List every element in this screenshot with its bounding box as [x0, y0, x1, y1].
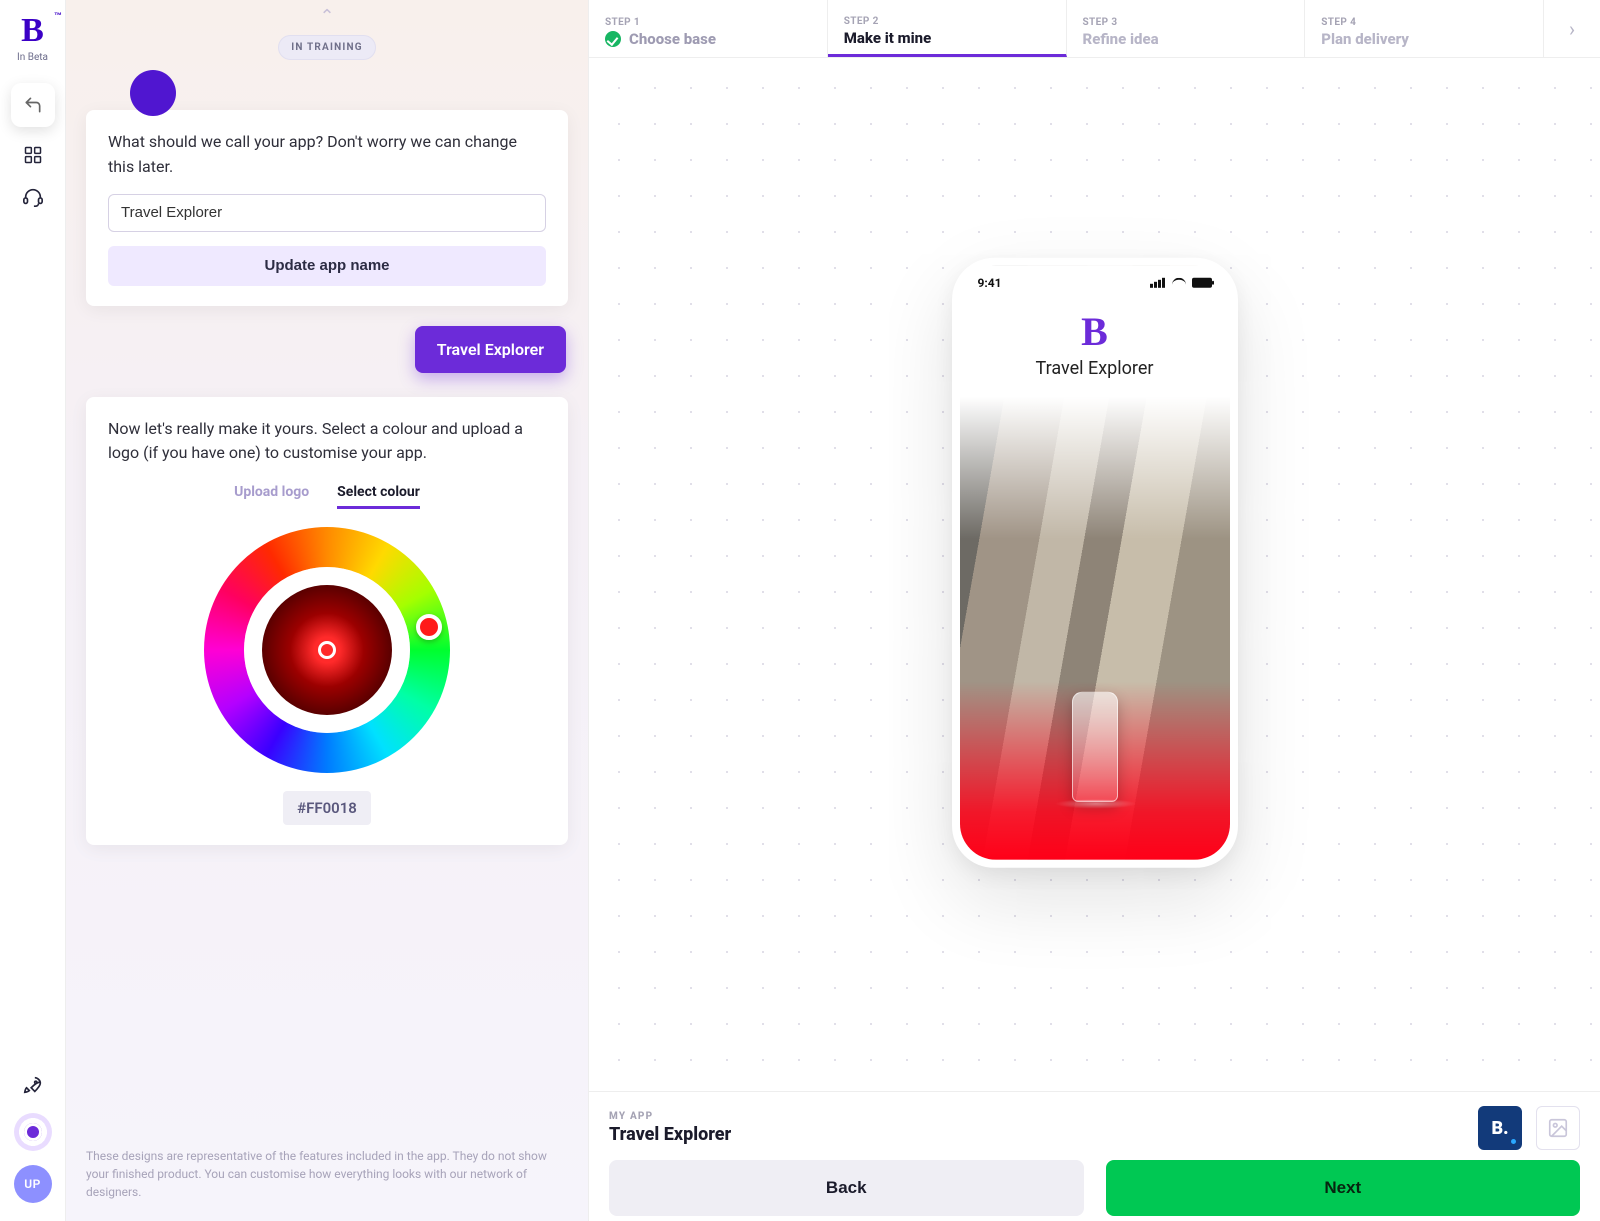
step-choose-base[interactable]: STEP 1 Choose base: [589, 0, 828, 57]
customise-prompt: Now let's really make it yours. Select a…: [108, 417, 546, 467]
chevron-right-icon: ›: [1569, 17, 1575, 41]
back-button[interactable]: Back: [609, 1160, 1084, 1216]
status-bar: 9:41: [960, 265, 1230, 299]
battery-icon: [1192, 277, 1212, 287]
tab-upload-logo[interactable]: Upload logo: [234, 484, 309, 509]
footer-eyebrow: MY APP: [609, 1111, 1464, 1122]
footer-app-name: Travel Explorer: [609, 1124, 1464, 1145]
left-rail: B™ In Beta UP: [0, 0, 66, 1221]
phone-screen: 9:41 B Travel Explorer: [960, 265, 1230, 859]
hue-handle[interactable]: [416, 614, 442, 640]
check-icon: [605, 31, 621, 47]
name-card: What should we call your app? Don't worr…: [86, 110, 568, 306]
wifi-icon: [1172, 277, 1186, 287]
design-disclaimer: These designs are representative of the …: [86, 1147, 568, 1201]
stepper-next-arrow[interactable]: ›: [1544, 0, 1600, 57]
brand-logo: B™ In Beta: [17, 14, 48, 63]
customise-card: Now let's really make it yours. Select a…: [86, 397, 568, 846]
support-button[interactable]: [19, 183, 47, 211]
assistant-avatar: [130, 70, 176, 116]
wizard-stepper: STEP 1 Choose base STEP 2 Make it mine S…: [589, 0, 1600, 58]
grid-icon: [23, 145, 43, 165]
rocket-icon: [22, 1074, 44, 1096]
colour-wheel[interactable]: [204, 527, 450, 773]
signal-icon: [1150, 277, 1166, 287]
launch-button[interactable]: [19, 1071, 47, 1099]
collapse-chat-button[interactable]: ⌃: [319, 6, 334, 27]
tab-select-colour[interactable]: Select colour: [337, 484, 420, 509]
brightness-handle[interactable]: [318, 641, 336, 659]
base-brand-tile[interactable]: B.: [1478, 1106, 1522, 1150]
step-plan-delivery[interactable]: STEP 4 Plan delivery: [1305, 0, 1544, 57]
splash-logo-letter: B: [1036, 311, 1154, 351]
update-name-button[interactable]: Update app name: [108, 246, 546, 286]
design-area: STEP 1 Choose base STEP 2 Make it mine S…: [589, 0, 1600, 1221]
splash-title: Travel Explorer: [1036, 357, 1154, 378]
next-button[interactable]: Next: [1106, 1160, 1581, 1216]
headset-icon: [22, 186, 44, 208]
hex-value: #FF0018: [283, 791, 371, 825]
training-badge: IN TRAINING: [278, 35, 376, 60]
chevron-up-icon: ⌃: [319, 6, 334, 27]
wheel-core[interactable]: [262, 585, 392, 715]
customise-tabs: Upload logo Select colour: [108, 484, 546, 509]
step-refine-idea[interactable]: STEP 3 Refine idea: [1067, 0, 1306, 57]
assistant-indicator[interactable]: [14, 1113, 52, 1151]
dashboard-button[interactable]: [19, 141, 47, 169]
phone-frame: 9:41 B Travel Explorer: [952, 257, 1238, 867]
chat-panel: ⌃ IN TRAINING What should we call your a…: [66, 0, 589, 1221]
user-reply-bubble: Travel Explorer: [415, 326, 566, 373]
brand-tagline: In Beta: [17, 52, 48, 63]
name-prompt: What should we call your app? Don't worr…: [108, 130, 546, 180]
wizard-footer: MY APP Travel Explorer B. Back Next: [589, 1091, 1600, 1221]
assistant-dot-icon: [24, 1123, 42, 1141]
brand-dot-icon: [1511, 1139, 1516, 1144]
preview-canvas[interactable]: 9:41 B Travel Explorer: [589, 58, 1600, 1091]
upload-logo-tile[interactable]: [1536, 1106, 1580, 1150]
user-avatar[interactable]: UP: [14, 1165, 52, 1203]
step-make-it-mine[interactable]: STEP 2 Make it mine: [828, 0, 1067, 57]
app-name-input[interactable]: [108, 194, 546, 232]
booking-logo-icon: B.: [1491, 1118, 1508, 1139]
brand-letter: B™: [17, 14, 48, 48]
status-time: 9:41: [978, 275, 1002, 289]
undo-icon: [23, 95, 43, 115]
hero-glass-decoration: [1072, 691, 1118, 801]
image-icon: [1547, 1117, 1569, 1139]
undo-button[interactable]: [11, 83, 55, 127]
